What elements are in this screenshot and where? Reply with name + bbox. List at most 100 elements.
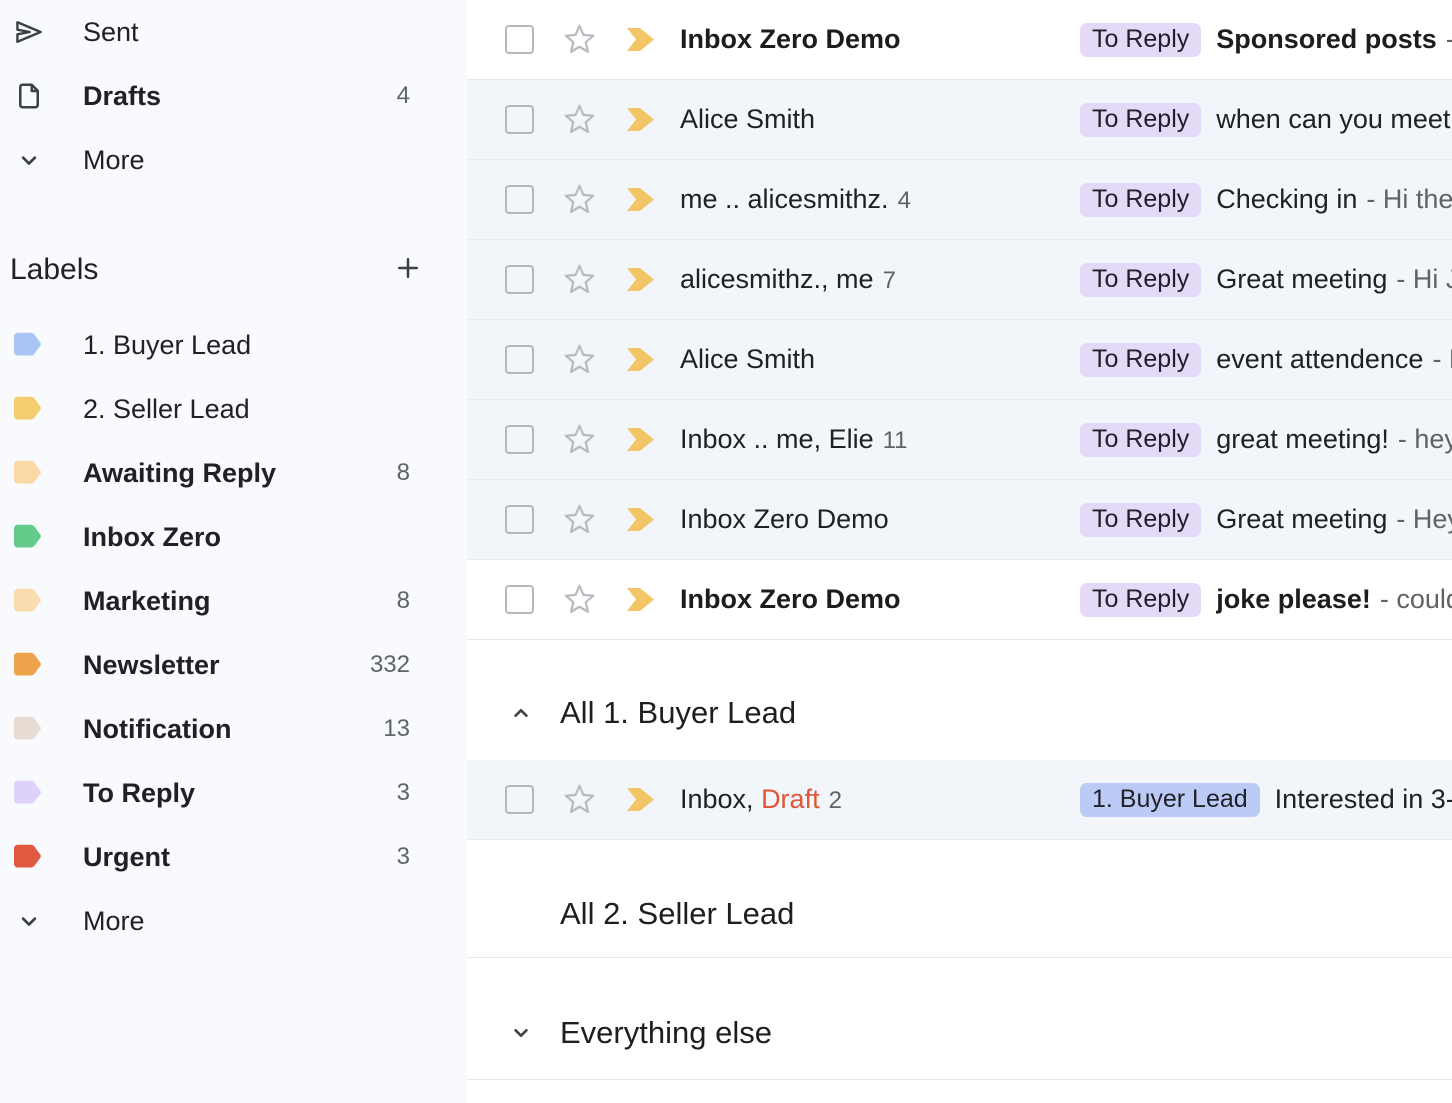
chevron-down-icon[interactable] [508,1020,534,1046]
sender: Inbox .. me, Elie11 [680,424,1052,455]
sidebar-label-inbox-zero[interactable]: Inbox Zero [0,505,467,569]
label-list: 1. Buyer Lead 2. Seller Lead Awaiting Re… [0,313,467,953]
section-header-everything-else[interactable]: Everything else [467,958,1452,1080]
draft-indicator: Draft [761,784,820,814]
label-badge[interactable]: To Reply [1080,343,1201,377]
select-checkbox[interactable] [505,785,534,814]
select-checkbox[interactable] [505,505,534,534]
star-icon[interactable] [563,783,596,816]
section-header-buyer-lead[interactable]: All 1. Buyer Lead [467,640,1452,760]
label-name: Inbox Zero [83,522,221,553]
sender: me .. alicesmithz.4 [680,184,1052,215]
label-tag-icon [12,521,45,554]
select-checkbox[interactable] [505,345,534,374]
label-name: To Reply [83,778,195,809]
label-name: Awaiting Reply [83,458,276,489]
label-badge[interactable]: To Reply [1080,103,1201,137]
sidebar-labels-more[interactable]: More [0,889,467,953]
select-checkbox[interactable] [505,585,534,614]
label-tag-icon [12,713,45,746]
importance-marker-icon[interactable] [626,187,656,212]
email-row[interactable]: Inbox Zero Demo To Reply joke please!- c… [467,560,1452,640]
select-checkbox[interactable] [505,25,534,54]
label-badge[interactable]: To Reply [1080,583,1201,617]
importance-marker-icon[interactable] [626,427,656,452]
section-title: All 2. Seller Lead [560,896,794,932]
importance-marker-icon[interactable] [626,347,656,372]
label-tag-icon [12,393,45,426]
sidebar-label-notification[interactable]: Notification 13 [0,697,467,761]
email-row[interactable]: alicesmithz., me7 To Reply Great meeting… [467,240,1452,320]
label-name: Urgent [83,842,170,873]
sender: Inbox Zero Demo [680,24,1052,55]
email-row[interactable]: Alice Smith To Reply event attendence- H [467,320,1452,400]
subject: Great meeting- Hi J [1216,264,1452,295]
star-icon[interactable] [563,103,596,136]
sidebar-label-awaiting-reply[interactable]: Awaiting Reply 8 [0,441,467,505]
label-name: Notification [83,714,232,745]
sidebar-item-drafts[interactable]: Drafts 4 [0,64,467,128]
select-checkbox[interactable] [505,185,534,214]
star-icon[interactable] [563,183,596,216]
sidebar-label-seller-lead[interactable]: 2. Seller Lead [0,377,467,441]
label-badge[interactable]: To Reply [1080,423,1201,457]
label-name: 1. Buyer Lead [83,330,251,361]
sidebar-label-urgent[interactable]: Urgent 3 [0,825,467,889]
label-tag-icon [12,585,45,618]
chevron-down-icon [12,144,45,177]
importance-marker-icon[interactable] [626,267,656,292]
importance-marker-icon[interactable] [626,507,656,532]
subject: when can you meet [1216,104,1452,135]
sidebar-item-more[interactable]: More [0,128,467,192]
email-row[interactable]: Inbox Zero Demo To Reply Great meeting- … [467,480,1452,560]
star-icon[interactable] [563,343,596,376]
sidebar-label-to-reply[interactable]: To Reply 3 [0,761,467,825]
label-badge[interactable]: To Reply [1080,23,1201,57]
select-checkbox[interactable] [505,265,534,294]
importance-marker-icon[interactable] [626,107,656,132]
sidebar-item-sent[interactable]: Sent [0,0,467,64]
email-row[interactable]: Inbox, Draft2 1. Buyer Lead Interested i… [467,760,1452,840]
label-tag-icon [12,649,45,682]
chevron-up-icon[interactable] [508,700,534,726]
email-row[interactable]: me .. alicesmithz.4 To Reply Checking in… [467,160,1452,240]
email-list: Inbox Zero Demo To Reply Sponsored posts… [467,0,1452,1103]
label-badge[interactable]: To Reply [1080,503,1201,537]
star-icon[interactable] [563,23,596,56]
sidebar-label-buyer-lead[interactable]: 1. Buyer Lead [0,313,467,377]
sidebar-label-marketing[interactable]: Marketing 8 [0,569,467,633]
subject: Great meeting- Hey [1216,504,1452,535]
label-name: Marketing [83,586,211,617]
sender: Alice Smith [680,104,1052,135]
chevron-down-icon [12,905,45,938]
email-row[interactable]: Inbox Zero Demo To Reply Sponsored posts… [467,0,1452,80]
label-tag-icon [12,777,45,810]
importance-marker-icon[interactable] [626,787,656,812]
sender: Inbox Zero Demo [680,584,1052,615]
label-tag-icon [12,457,45,490]
star-icon[interactable] [563,583,596,616]
email-row[interactable]: Inbox .. me, Elie11 To Reply great meeti… [467,400,1452,480]
star-icon[interactable] [563,503,596,536]
subject: event attendence- H [1216,344,1452,375]
sender: Alice Smith [680,344,1052,375]
section-title: Everything else [560,1015,772,1051]
label-badge[interactable]: To Reply [1080,263,1201,297]
sidebar-label-newsletter[interactable]: Newsletter 332 [0,633,467,697]
star-icon[interactable] [563,263,596,296]
star-icon[interactable] [563,423,596,456]
labels-header: Labels [0,238,467,302]
importance-marker-icon[interactable] [626,587,656,612]
label-badge[interactable]: To Reply [1080,183,1201,217]
sidebar-item-label: More [83,145,145,176]
select-checkbox[interactable] [505,105,534,134]
draft-icon [12,80,45,113]
sidebar-item-count: 4 [397,82,410,110]
section-header-seller-lead[interactable]: All 2. Seller Lead [467,840,1452,958]
subject: Interested in 3-b [1275,784,1452,815]
label-badge[interactable]: 1. Buyer Lead [1080,783,1260,817]
importance-marker-icon[interactable] [626,27,656,52]
select-checkbox[interactable] [505,425,534,454]
email-row[interactable]: Alice Smith To Reply when can you meet [467,80,1452,160]
create-label-button[interactable] [393,253,423,288]
